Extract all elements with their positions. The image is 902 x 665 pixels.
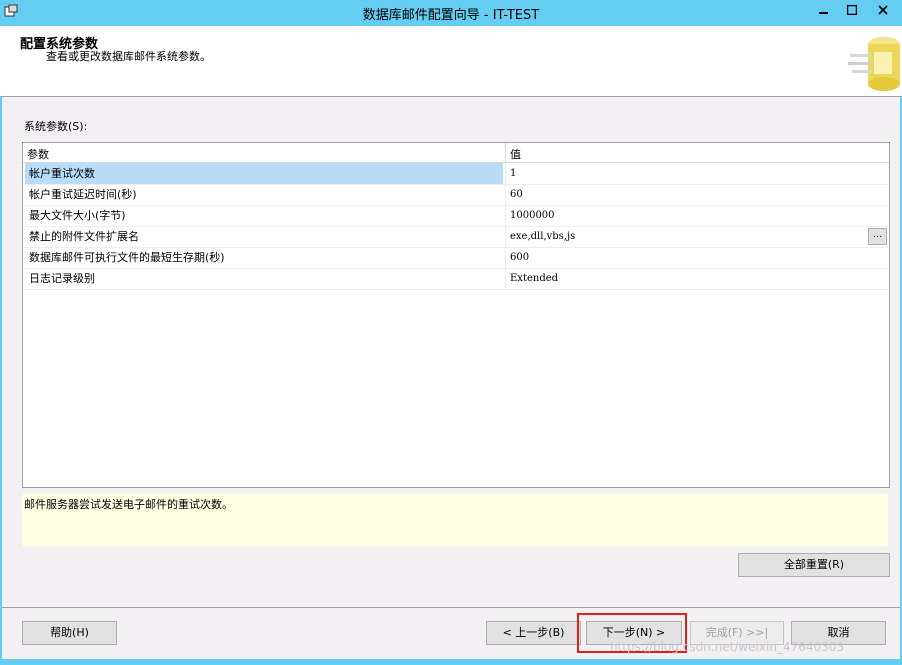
window-border-bottom: [0, 659, 902, 665]
param-row[interactable]: 数据库邮件可执行文件的最短生存期(秒) 600: [23, 247, 889, 269]
ellipsis-button[interactable]: ...: [868, 228, 887, 245]
close-button[interactable]: [866, 0, 900, 20]
minimize-icon: [818, 12, 828, 14]
maximize-icon: [846, 4, 857, 16]
wizard-header: 配置系统参数 查看或更改数据库邮件系统参数。: [0, 26, 902, 97]
database-mail-icon: [848, 37, 900, 91]
column-header-value: 值: [510, 148, 521, 161]
watermark-text: https://blog.csdn.net/weixin_47640303: [610, 640, 845, 654]
params-grid: 参数 值 帐户重试次数 1 帐户重试延迟时间(秒) 60 最大文件大小(字节) …: [22, 142, 890, 488]
param-row[interactable]: 禁止的附件文件扩展名 exe,dll,vbs,js ...: [23, 226, 889, 248]
back-button[interactable]: < 上一步(B): [486, 621, 581, 645]
minimize-button[interactable]: [810, 0, 837, 20]
param-name: 数据库邮件可执行文件的最短生存期(秒): [29, 251, 225, 264]
param-description: 邮件服务器尝试发送电子邮件的重试次数。: [22, 494, 888, 546]
param-name: 最大文件大小(字节): [29, 209, 126, 222]
reset-all-button[interactable]: 全部重置(R): [738, 553, 890, 577]
title-bar: 数据库邮件配置向导 - IT-TEST: [0, 0, 902, 26]
column-header-param: 参数: [27, 148, 49, 161]
help-button[interactable]: 帮助(H): [22, 621, 117, 645]
window-border-left: [0, 26, 2, 665]
window-title: 数据库邮件配置向导 - IT-TEST: [362, 8, 540, 23]
page-subtitle: 查看或更改数据库邮件系统参数。: [46, 50, 211, 63]
param-value[interactable]: 600: [510, 247, 529, 268]
footer-divider: [2, 607, 900, 608]
param-value[interactable]: 60: [510, 184, 523, 205]
param-name: 帐户重试次数: [25, 163, 503, 184]
param-value[interactable]: exe,dll,vbs,js: [510, 226, 575, 247]
param-value[interactable]: 1000000: [510, 205, 555, 226]
param-value[interactable]: 1: [510, 163, 516, 184]
param-name: 日志记录级别: [29, 272, 95, 285]
param-name: 帐户重试延迟时间(秒): [29, 188, 137, 201]
param-row[interactable]: 帐户重试延迟时间(秒) 60: [23, 184, 889, 206]
system-params-label: 系统参数(S):: [24, 120, 88, 133]
param-row[interactable]: 帐户重试次数 1: [23, 163, 889, 185]
param-row[interactable]: 日志记录级别 Extended: [23, 268, 889, 290]
param-name: 禁止的附件文件扩展名: [29, 230, 139, 243]
param-row[interactable]: 最大文件大小(字节) 1000000: [23, 205, 889, 227]
description-text: 邮件服务器尝试发送电子邮件的重试次数。: [24, 498, 233, 511]
maximize-button[interactable]: [838, 0, 865, 20]
param-value[interactable]: Extended: [510, 268, 558, 289]
grid-header: 参数 值: [23, 143, 889, 163]
close-icon: [878, 5, 888, 15]
